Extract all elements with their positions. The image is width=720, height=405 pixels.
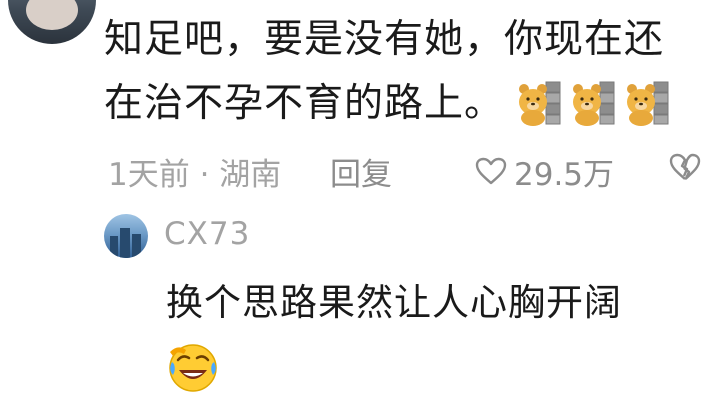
like-count: 29.5万 [514, 156, 615, 193]
avatar-building [110, 236, 118, 258]
comment-meta-row: 1天前 · 湖南 回复 29.5万 [108, 148, 708, 194]
dislike-button[interactable] [668, 152, 702, 190]
avatar-building [120, 228, 130, 258]
comment-screen: 知足吧，要是没有她，你现在还 在治不孕不育的路上。 1天前 · 湖南 回复 29… [0, 0, 720, 405]
reply-username[interactable]: CX73 [164, 216, 250, 252]
bear-wall-icon [570, 80, 616, 126]
comment-time-location: 1天前 · 湖南 [108, 156, 282, 193]
heart-outline-icon [475, 157, 507, 185]
comment-emoji-row [516, 80, 670, 126]
comment-text-line1: 知足吧，要是没有她，你现在还 [104, 17, 665, 62]
bear-wall-icon [516, 80, 562, 126]
reply-button[interactable]: 回复 [330, 149, 392, 194]
reply-avatar[interactable] [104, 214, 148, 258]
avatar-face [26, 0, 78, 30]
reply-body: 换个思路果然让人心胸开阔 [166, 281, 622, 324]
broken-heart-icon [669, 153, 701, 180]
laughing-tears-icon [166, 340, 220, 394]
avatar-building [132, 234, 141, 258]
bear-wall-icon [624, 80, 670, 126]
like-button[interactable]: 29.5万 [474, 149, 614, 194]
commenter-avatar[interactable] [8, 0, 96, 44]
